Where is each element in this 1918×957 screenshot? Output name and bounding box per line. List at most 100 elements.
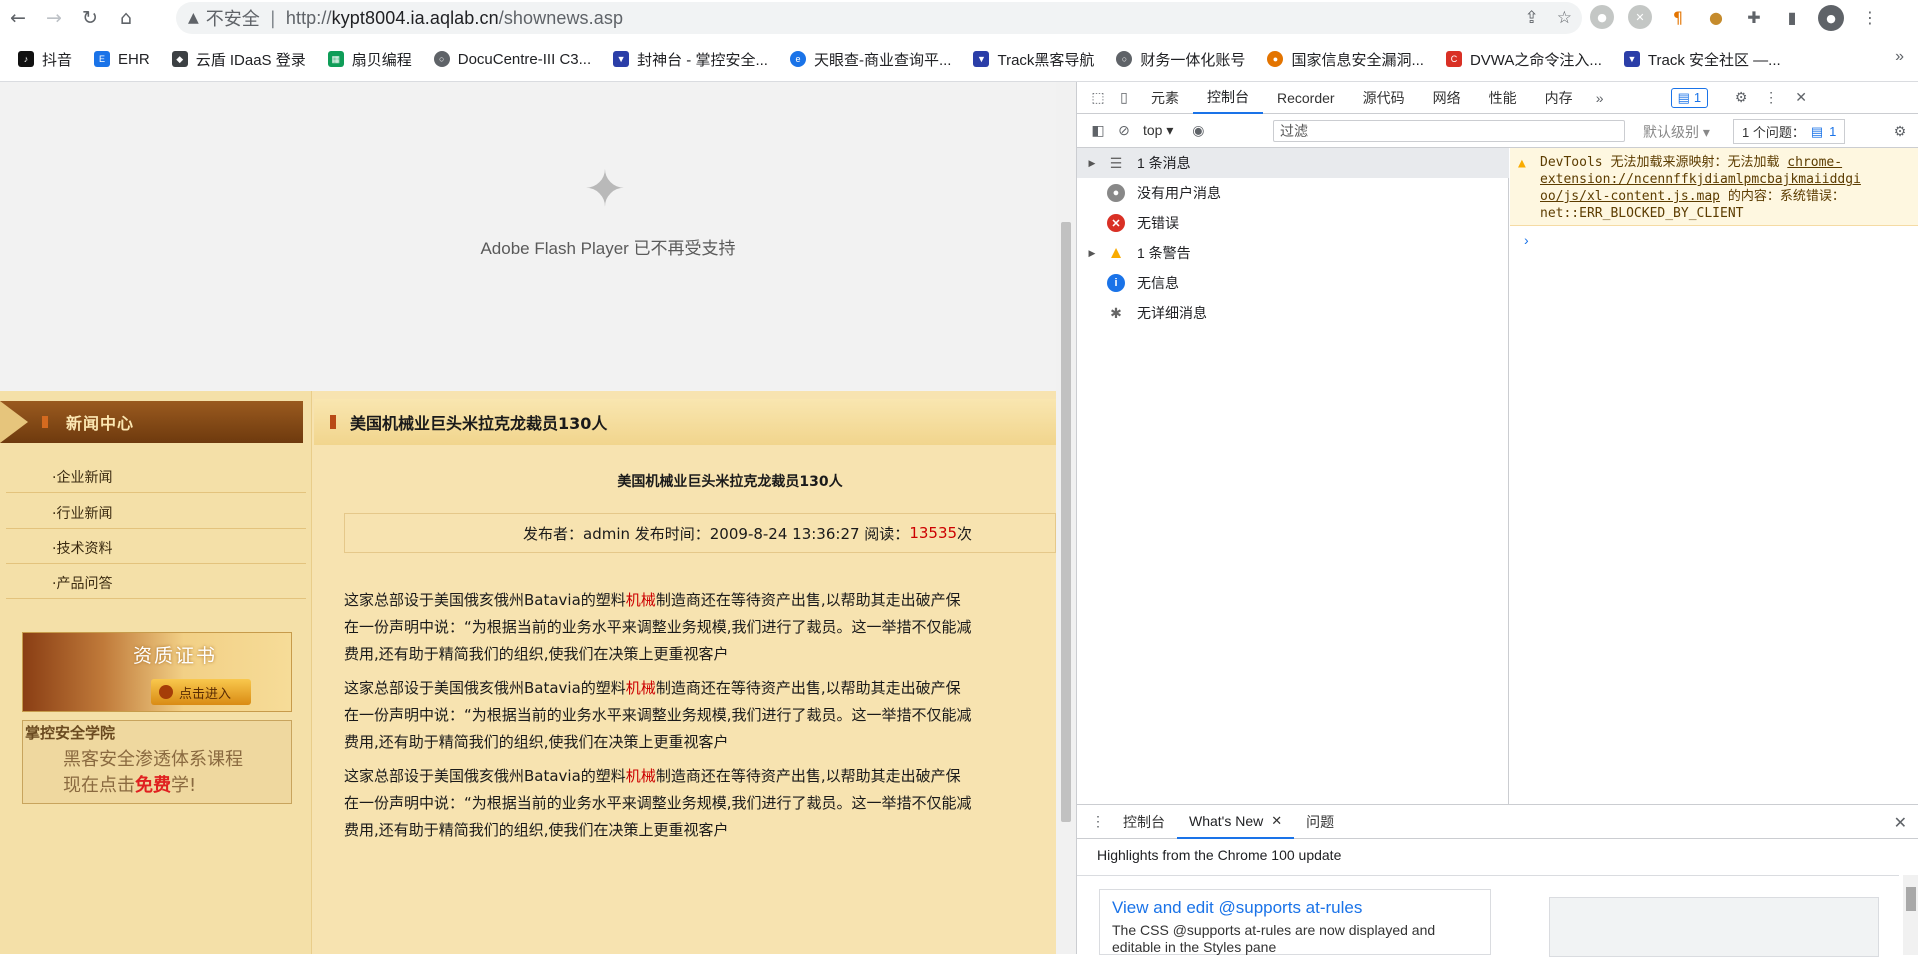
c-icon: C — [1445, 51, 1462, 67]
news-link-technical[interactable]: ·技术资料 — [52, 538, 112, 558]
share-icon[interactable]: ⇪ — [1525, 8, 1539, 28]
address-bar[interactable]: ▲ 不安全 | http://kypt8004.ia.aqlab.cn/show… — [176, 2, 1582, 34]
bookmarks-overflow-icon[interactable]: » — [1895, 48, 1904, 66]
close-drawer-icon[interactable]: ✕ — [1894, 813, 1907, 833]
bookmark-item[interactable]: ▦ 扇贝编程 — [327, 49, 412, 70]
article-meta: 发布者：admin 发布时间：2009-8-24 13:36:27 阅读： 135… — [344, 513, 1056, 553]
bookmark-item[interactable]: ○ DocuCentre-III C3... — [433, 51, 591, 68]
clear-console-icon[interactable]: ⊘ — [1111, 118, 1137, 144]
more-tabs-icon[interactable]: » — [1587, 85, 1613, 111]
filter-input[interactable]: 过滤 — [1273, 120, 1625, 142]
tab-network[interactable]: 网络 — [1419, 82, 1475, 114]
whats-new-card[interactable]: View and edit @supports at-rules The CSS… — [1099, 889, 1491, 955]
console-prompt-icon[interactable]: › — [1524, 232, 1529, 248]
bookmark-star-icon[interactable]: ☆ — [1557, 8, 1572, 28]
live-expression-eye-icon[interactable]: ◉ — [1185, 118, 1211, 144]
expand-arrow-icon[interactable]: ▶ — [1077, 158, 1107, 169]
scrollbar-thumb[interactable] — [1061, 222, 1071, 822]
context-selector[interactable]: top ▾ — [1143, 122, 1173, 139]
tab-sources[interactable]: 源代码 — [1349, 82, 1419, 114]
card-title[interactable]: View and edit @supports at-rules — [1112, 898, 1478, 918]
para-keyword[interactable]: 机械 — [626, 767, 656, 785]
sidebar-item-label: 没有用户消息 — [1137, 185, 1221, 201]
sidebar-item-errors[interactable]: ✕ 无错误 — [1077, 208, 1509, 238]
drawer-tab-whats-new[interactable]: What's New ✕ — [1177, 805, 1295, 839]
url-host: kypt8004.ia.aqlab.cn — [331, 7, 499, 28]
menu-kebab-icon[interactable]: ⋮ — [1858, 5, 1882, 29]
error-icon: ✕ — [1107, 214, 1125, 232]
issues-counter[interactable]: 1 个问题： ▤ 1 — [1733, 119, 1846, 144]
bookmark-item[interactable]: ○ 财务一体化账号 — [1116, 49, 1245, 70]
page-scrollbar[interactable] — [1056, 82, 1076, 954]
bookmark-item[interactable]: ◆ 云盾 IDaaS 登录 — [171, 49, 306, 70]
sidebar-item-warnings[interactable]: ▶ ▲ 1 条警告 — [1077, 238, 1509, 268]
devtools-menu-icon[interactable]: ⋮ — [1758, 85, 1784, 111]
extensions-puzzle-icon[interactable]: ✚ — [1742, 5, 1766, 29]
tab-memory[interactable]: 内存 — [1531, 82, 1587, 114]
news-link-industry[interactable]: ·行业新闻 — [52, 503, 112, 523]
bookmark-item[interactable]: e 天眼查-商业查询平... — [789, 49, 951, 70]
drawer-scrollbar[interactable] — [1903, 875, 1918, 955]
news-link-company[interactable]: ·企业新闻 — [52, 467, 112, 487]
bookmark-item[interactable]: C DVWA之命令注入... — [1445, 49, 1602, 70]
extension-globe-icon[interactable]: ● — [1590, 5, 1614, 29]
close-devtools-icon[interactable]: ✕ — [1788, 85, 1814, 111]
bookmark-item[interactable]: ▼ Track黑客导航 — [973, 49, 1094, 70]
bookmark-item[interactable]: ▼ 封神台 - 掌控安全... — [613, 49, 768, 70]
extension-cookie-icon[interactable]: ● — [1704, 5, 1728, 29]
para-keyword[interactable]: 机械 — [626, 591, 656, 609]
para-line: 这家总部设于美国俄亥俄州Batavia的塑料机械制造商还在等待资产出售,以帮助其… — [344, 763, 1056, 790]
scrollbar-thumb[interactable] — [1906, 887, 1916, 911]
home-icon[interactable]: ⌂ — [108, 0, 144, 36]
certificate-banner[interactable]: 资质证书 点击进入 — [22, 632, 292, 712]
sourcemap-link[interactable]: oo/js/xl-content.js.map — [1540, 189, 1720, 204]
forward-icon[interactable]: → — [36, 0, 72, 36]
tab-recorder[interactable]: Recorder — [1263, 82, 1349, 114]
settings-gear-icon[interactable]: ⚙ — [1728, 85, 1754, 111]
inspect-icon[interactable]: ⬚ — [1085, 85, 1111, 111]
log-level-dropdown[interactable]: 默认级别 ▾ — [1643, 122, 1710, 142]
expand-arrow-icon[interactable]: ▶ — [1077, 248, 1107, 259]
extension-pilcrow-icon[interactable]: ¶ — [1666, 5, 1690, 29]
device-toggle-icon[interactable]: ▯ — [1111, 85, 1137, 111]
url-text[interactable]: http://kypt8004.ia.aqlab.cn/shownews.asp — [286, 8, 623, 29]
back-icon[interactable]: ← — [0, 0, 36, 36]
sourcemap-link[interactable]: extension://ncennffkjdiamlpmcbajkmaiiddg… — [1540, 172, 1861, 187]
para-line: 这家总部设于美国俄亥俄州Batavia的塑料机械制造商还在等待资产出售,以帮助其… — [344, 675, 1056, 702]
divider — [6, 492, 306, 493]
news-link-faq[interactable]: ·产品问答 — [52, 573, 112, 593]
insecure-label[interactable]: 不安全 — [206, 5, 260, 31]
para-text: 制造商还在等待资产出售,以帮助其走出破产保 — [655, 767, 961, 785]
bookmark-item[interactable]: ♪ 抖音 — [18, 49, 72, 70]
sourcemap-link[interactable]: chrome- — [1787, 155, 1842, 170]
console-settings-icon[interactable]: ⚙ — [1887, 118, 1913, 144]
sidebar-item-messages[interactable]: ▶ ☰ 1 条消息 — [1077, 148, 1509, 178]
sidebar-item-user-messages[interactable]: ● 没有用户消息 — [1077, 178, 1509, 208]
drawer-menu-icon[interactable]: ⋮ — [1085, 809, 1111, 835]
sidepanel-icon[interactable]: ▮ — [1780, 5, 1804, 29]
sidebar-toggle-icon[interactable]: ◧ — [1085, 118, 1111, 144]
shield-icon: ▼ — [1623, 51, 1640, 67]
para-keyword[interactable]: 机械 — [626, 679, 656, 697]
academy-banner[interactable]: 掌控安全学院 黑客安全渗透体系课程 现在点击免费学! — [22, 720, 292, 804]
profile-avatar-icon[interactable]: ● — [1818, 5, 1844, 31]
tab-performance[interactable]: 性能 — [1475, 82, 1531, 114]
tiktok-icon: ♪ — [18, 51, 34, 67]
enter-button[interactable]: 点击进入 — [151, 679, 251, 705]
sidebar-item-verbose[interactable]: ✱ 无详细消息 — [1077, 298, 1509, 328]
issues-badge[interactable]: ▤ 1 — [1670, 87, 1709, 108]
bookmark-item[interactable]: ● 国家信息安全漏洞... — [1267, 49, 1424, 70]
drawer-tab-console[interactable]: 控制台 — [1111, 805, 1177, 839]
extension-circle-icon[interactable]: ✕ — [1628, 5, 1652, 29]
close-tab-icon[interactable]: ✕ — [1271, 813, 1282, 829]
drawer-tab-issues[interactable]: 问题 — [1294, 805, 1346, 839]
tab-elements[interactable]: 元素 — [1137, 82, 1193, 114]
tab-console[interactable]: 控制台 — [1193, 82, 1263, 114]
sidebar-item-info[interactable]: i 无信息 — [1077, 268, 1509, 298]
para-text: 这家总部设于美国俄亥俄州Batavia的塑料 — [344, 591, 626, 609]
reload-icon[interactable]: ↻ — [72, 0, 108, 36]
bookmark-item[interactable]: E EHR — [94, 51, 150, 68]
bookmark-item[interactable]: ▼ Track 安全社区 —... — [1623, 49, 1781, 70]
news-center-title: 新闻中心 — [66, 414, 135, 433]
warning-icon[interactable]: ▲ — [188, 10, 199, 26]
